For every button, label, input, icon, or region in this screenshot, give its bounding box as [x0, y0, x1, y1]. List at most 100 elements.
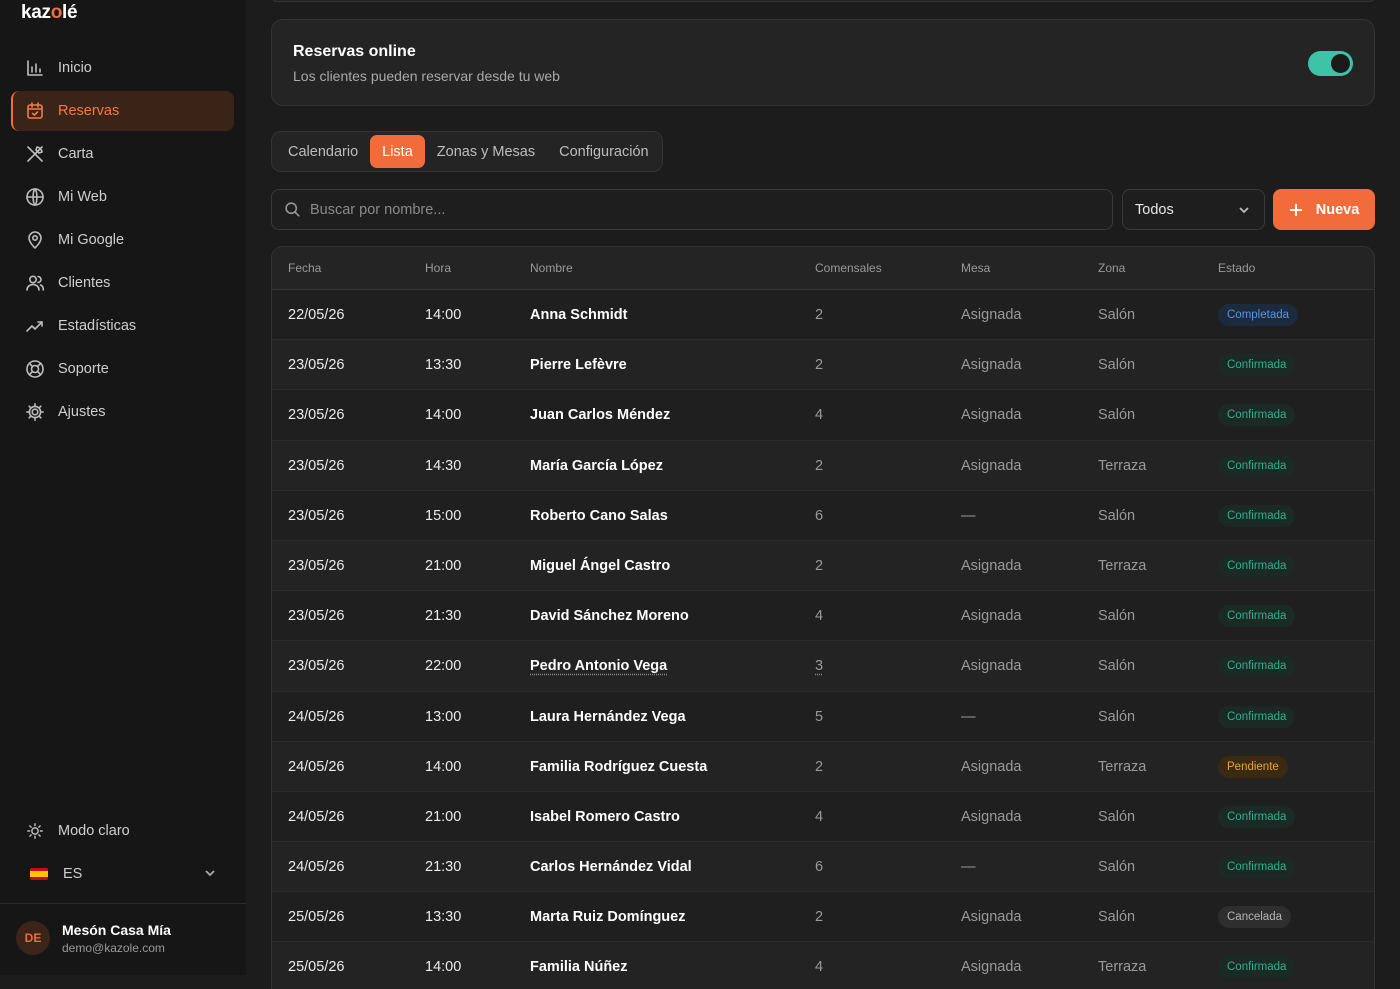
cell-fecha: 24/05/26	[288, 708, 345, 725]
sidebar-item-ajustes[interactable]: Ajustes	[11, 392, 234, 432]
cell-hora: 21:30	[425, 608, 462, 625]
status-badge: Confirmada	[1218, 404, 1296, 427]
column-header-hora[interactable]: Hora	[425, 261, 451, 275]
utensils-icon	[25, 144, 45, 164]
cell-zona: Salón	[1098, 507, 1136, 524]
sidebar-item-mi-google[interactable]: Mi Google	[11, 220, 234, 260]
cell-mesa: Asignada	[961, 608, 1022, 625]
cell-comensales: 4	[815, 808, 824, 825]
column-header-comensales[interactable]: Comensales	[815, 261, 882, 275]
cell-comensales: 6	[815, 859, 824, 876]
sidebar-footer: Modo claro ES	[11, 811, 234, 894]
cell-nombre: Familia Núñez	[530, 959, 628, 976]
online-booking-toggle[interactable]	[1308, 51, 1353, 76]
table-row[interactable]: 22/05/26 14:00 Anna Schmidt 2 Asignada Salón C…	[272, 290, 1374, 341]
cell-fecha: 25/05/26	[288, 909, 345, 926]
table-row[interactable]: 23/05/26 22:00 Pedro Antonio Vega 3 Asignada…	[272, 641, 1374, 692]
table-row[interactable]: 24/05/26 13:00 Laura Hernández Vega 5 — Salón…	[272, 691, 1374, 742]
table-row[interactable]: 24/05/26 14:00 Familia Rodríguez Cuesta 2 As…	[272, 741, 1374, 792]
column-header-fecha[interactable]: Fecha	[288, 261, 321, 275]
sidebar-item-label: Carta	[58, 146, 94, 162]
sidebar-item-label: Reservas	[58, 103, 120, 119]
table-body: 22/05/26 14:00 Anna Schmidt 2 Asignada Salón C…	[272, 290, 1374, 989]
cell-hora: 21:00	[425, 808, 462, 825]
cell-nombre: Isabel Romero Castro	[530, 808, 680, 825]
gear-icon	[25, 402, 45, 422]
status-filter-select[interactable]: Todos	[1122, 189, 1265, 230]
sidebar-item-label: Inicio	[58, 60, 92, 76]
online-booking-card: Reservas online Los clientes pueden rese…	[271, 19, 1375, 106]
cell-mesa: Asignada	[961, 808, 1022, 825]
status-badge: Confirmada	[1218, 856, 1296, 879]
table-row[interactable]: 25/05/26 13:30 Marta Ruiz Domínguez 2 Asigna…	[272, 892, 1374, 943]
cell-fecha: 22/05/26	[288, 307, 345, 323]
previous-card-edge	[271, 0, 1375, 2]
cell-comensales: 5	[815, 708, 824, 725]
column-header-nombre[interactable]: Nombre	[530, 261, 573, 275]
cell-zona: Salón	[1098, 859, 1136, 876]
status-badge: Confirmada	[1218, 956, 1296, 979]
table-row[interactable]: 23/05/26 21:00 Miguel Ángel Castro 2 Asignad…	[272, 540, 1374, 592]
cell-hora: 15:00	[425, 507, 462, 524]
table-row[interactable]: 23/05/26 21:30 David Sánchez Moreno 4 Asigna…	[272, 591, 1374, 642]
search-input[interactable]	[310, 201, 1090, 218]
language-selector[interactable]: ES	[11, 854, 234, 894]
cell-fecha: 25/05/26	[288, 959, 345, 976]
cell-nombre: Familia Rodríguez Cuesta	[530, 758, 708, 775]
sidebar-item-label: Clientes	[58, 275, 111, 291]
cell-hora: 21:30	[425, 859, 462, 876]
sidebar-item-reservas[interactable]: Reservas	[11, 91, 234, 131]
column-header-estado[interactable]: Estado	[1218, 261, 1255, 275]
calendar-icon	[25, 101, 45, 121]
status-badge: Confirmada	[1218, 705, 1296, 728]
users-icon	[25, 273, 45, 293]
new-reservation-button[interactable]: Nueva	[1273, 189, 1375, 230]
cell-comensales: 2	[815, 357, 824, 374]
tab-zonas-y-mesas[interactable]: Zonas y Mesas	[425, 135, 547, 168]
cell-mesa: Asignada	[961, 959, 1022, 976]
avatar: DE	[16, 921, 50, 955]
sidebar-item-clientes[interactable]: Clientes	[11, 263, 234, 303]
tab-lista[interactable]: Lista	[370, 135, 425, 168]
cell-hora: 14:00	[425, 307, 462, 323]
tab-configuracion[interactable]: Configuración	[547, 135, 660, 168]
account-card[interactable]: DE Mesón Casa Mía demo@kazole.com	[16, 921, 171, 955]
table-header: Fecha Hora Nombre Comensales Mesa Zona E…	[272, 247, 1374, 290]
globe-icon	[25, 187, 45, 207]
sidebar-item-inicio[interactable]: Inicio	[11, 48, 234, 88]
sun-icon	[25, 821, 45, 841]
sidebar-item-carta[interactable]: Carta	[11, 134, 234, 174]
bar-chart-icon	[25, 58, 45, 78]
table-row[interactable]: 23/05/26 14:30 María García López 2 Asignada…	[272, 440, 1374, 491]
chevron-down-icon	[204, 867, 216, 883]
cell-mesa: Asignada	[961, 557, 1022, 574]
online-booking-title: Reservas online	[293, 43, 416, 60]
cell-nombre: Pierre Lefèvre	[530, 357, 627, 374]
column-header-zona[interactable]: Zona	[1098, 261, 1125, 275]
sidebar-item-estadisticas[interactable]: Estadísticas	[11, 306, 234, 346]
sidebar-item-soporte[interactable]: Soporte	[11, 349, 234, 389]
table-row[interactable]: 24/05/26 21:30 Carlos Hernández Vidal 6 — Sal…	[272, 842, 1374, 893]
cell-mesa: —	[961, 507, 976, 524]
theme-toggle[interactable]: Modo claro	[11, 811, 234, 851]
table-row[interactable]: 23/05/26 14:00 Juan Carlos Méndez 4 Asignada…	[272, 390, 1374, 441]
reservations-table: Fecha Hora Nombre Comensales Mesa Zona E…	[271, 246, 1375, 989]
cell-comensales: 4	[815, 407, 824, 424]
cell-zona: Terraza	[1098, 457, 1147, 474]
table-row[interactable]: 23/05/26 15:00 Roberto Cano Salas 6 — Salón Co…	[272, 490, 1374, 541]
app-logo[interactable]: kazolé	[21, 2, 78, 24]
table-row[interactable]: 25/05/26 14:00 Familia Núñez 4 Asignada Terra…	[272, 942, 1374, 989]
column-header-mesa[interactable]: Mesa	[961, 261, 990, 275]
cell-fecha: 23/05/26	[288, 658, 345, 675]
cell-zona: Salón	[1098, 658, 1136, 675]
view-tabs: Calendario Lista Zonas y Mesas Configura…	[271, 131, 663, 172]
spain-flag-icon	[30, 868, 48, 880]
cell-zona: Salón	[1098, 407, 1136, 424]
table-row[interactable]: 23/05/26 13:30 Pierre Lefèvre 2 Asignada Saló…	[272, 340, 1374, 391]
tab-calendario[interactable]: Calendario	[276, 135, 370, 168]
cell-hora: 13:30	[425, 909, 462, 926]
new-reservation-label: Nueva	[1315, 201, 1360, 218]
table-row[interactable]: 24/05/26 21:00 Isabel Romero Castro 4 Asigna…	[272, 791, 1374, 843]
sidebar-item-mi-web[interactable]: Mi Web	[11, 177, 234, 217]
toggle-knob	[1331, 54, 1350, 73]
